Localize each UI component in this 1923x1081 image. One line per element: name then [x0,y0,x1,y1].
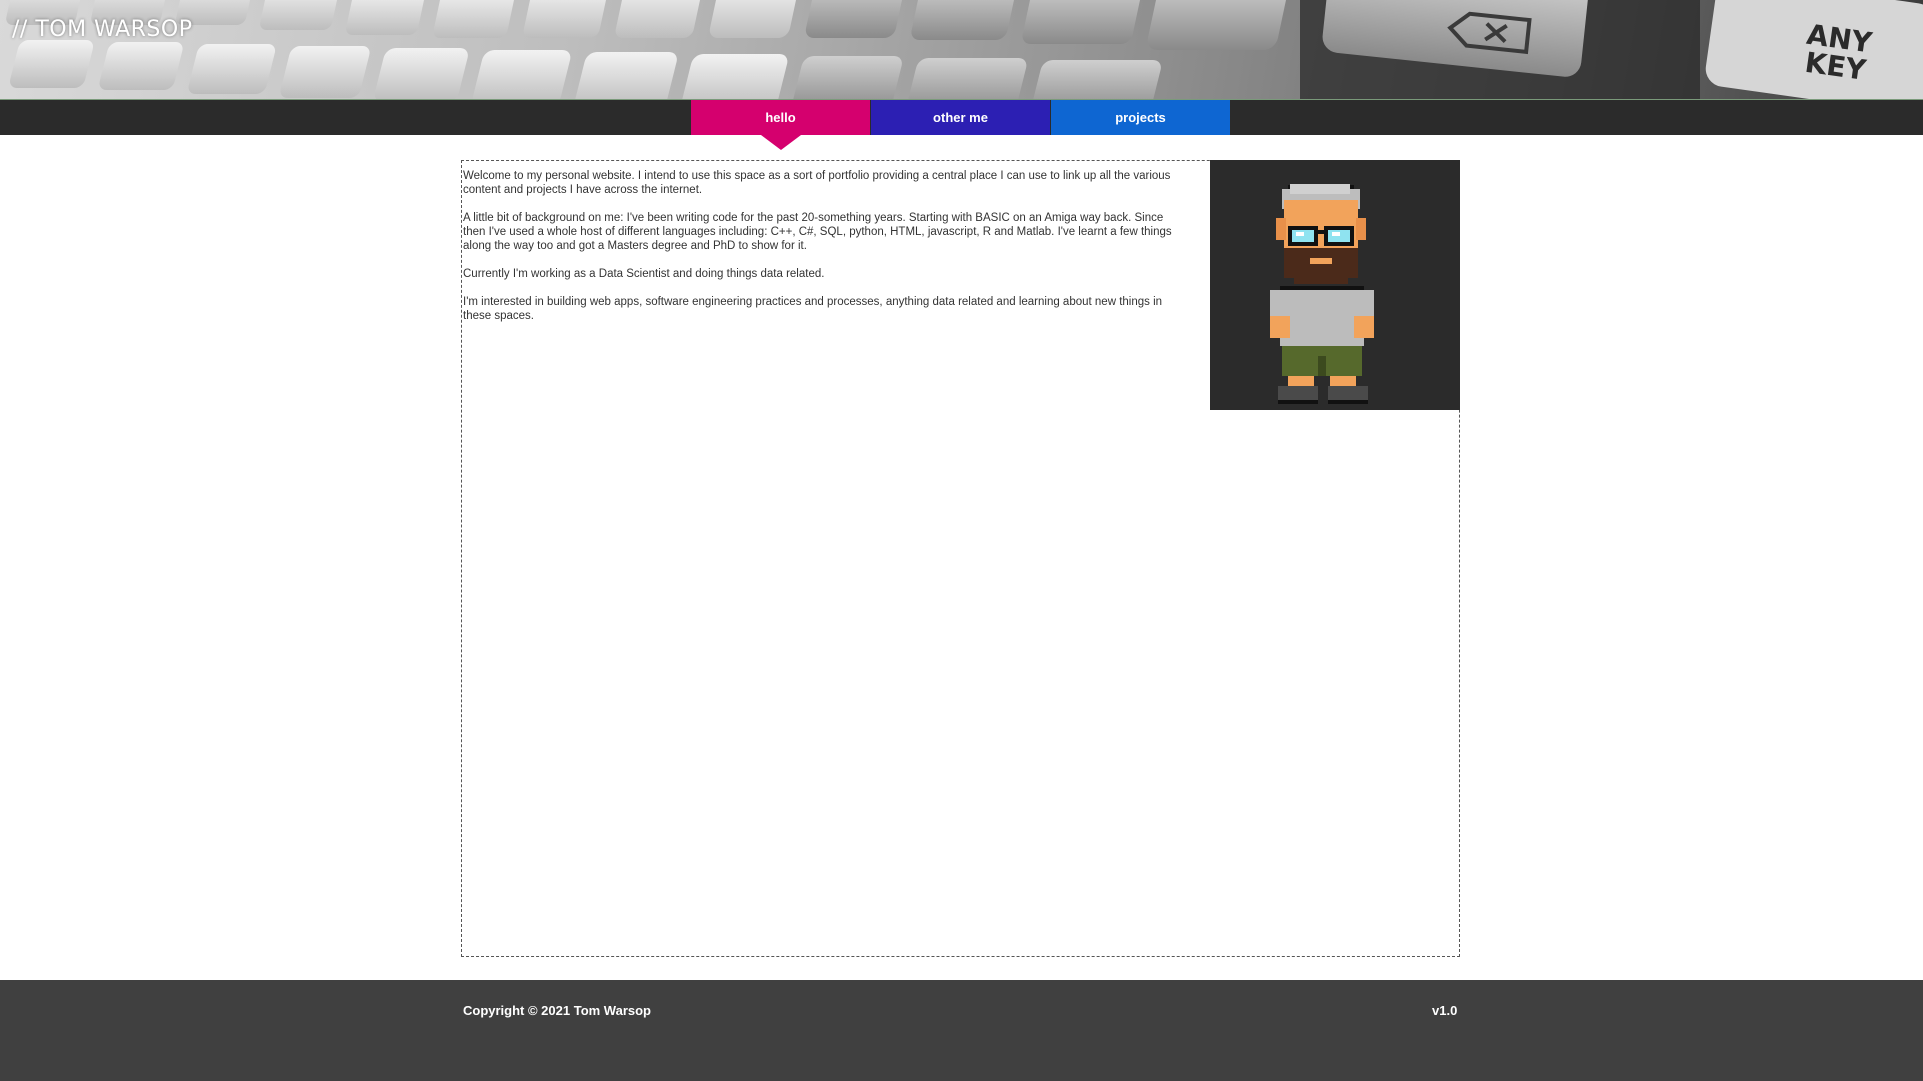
nav-tabs: hello other me projects [691,100,1231,150]
tab-projects[interactable]: projects [1051,100,1230,135]
version-label: v1.0 [1432,1003,1458,1018]
intro-paragraph: I'm interested in building web apps, sof… [463,296,1163,322]
header-banner: ANY KEY // TOM WARSOP [0,0,1923,100]
intro-paragraph: Welcome to my personal website. I intend… [463,170,1171,196]
tab-other-me-label: other me [933,110,988,125]
copyright-text: Copyright © 2021 Tom Warsop [463,1003,651,1018]
intro-paragraph: A little bit of background on me: I've b… [463,212,1172,252]
active-tab-pointer [760,135,801,150]
keyboard-background-image: ANY KEY [6,0,1923,99]
avatar [1210,160,1460,410]
tab-projects-label: projects [1115,110,1166,125]
site-title[interactable]: // TOM WARSOP [12,17,192,42]
tab-hello-label: hello [765,110,796,125]
navigation-bar: hello other me projects [0,100,1923,150]
intro-paragraph: Currently I'm working as a Data Scientis… [463,268,825,280]
tab-other-me[interactable]: other me [871,100,1050,135]
tab-hello[interactable]: hello [691,100,870,150]
pixel-art-avatar-icon [1270,184,1374,404]
content-panel: Welcome to my personal website. I intend… [461,160,1460,957]
footer: Copyright © 2021 Tom Warsop v1.0 [0,980,1923,1081]
intro-text: Welcome to my personal website. I intend… [463,169,1183,337]
